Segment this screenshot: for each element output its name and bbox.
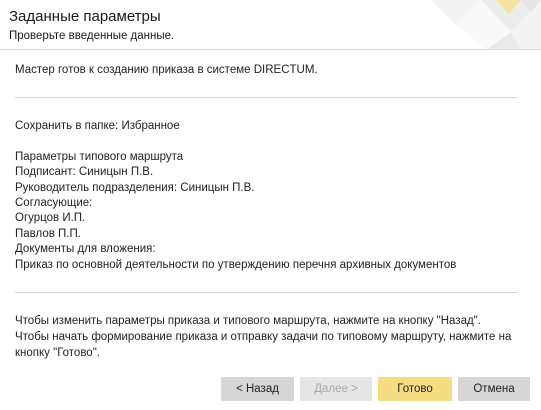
divider: [15, 292, 517, 293]
wizard-window: Заданные параметры Проверьте введенные д…: [0, 0, 541, 410]
approvers-heading: Согласующие:: [15, 197, 93, 210]
wizard-header: Заданные параметры Проверьте введенные д…: [0, 0, 541, 50]
signer-line: Подписант: Синицын П.В.: [15, 166, 154, 179]
attachment-item: Приказ по основной деятельности по утвер…: [15, 258, 457, 271]
wizard-subtitle: Проверьте введенные данные.: [9, 30, 175, 42]
cancel-button[interactable]: Отмена: [458, 377, 530, 401]
finish-button[interactable]: Готово: [378, 377, 452, 401]
button-bar: < Назад Далее > Готово Отмена: [0, 377, 541, 401]
divider: [15, 97, 517, 98]
save-folder-line: Сохранить в папке: Избранное: [15, 120, 180, 132]
parameters-summary: Сохранить в папке: Избранное Параметры т…: [15, 119, 456, 273]
wizard-title: Заданные параметры: [9, 8, 161, 25]
attachments-heading: Документы для вложения:: [15, 243, 156, 256]
approver-item: Огурцов И.П.: [15, 212, 86, 225]
approver-item: Павлов П.П.: [15, 227, 81, 240]
intro-text: Мастер готов к созданию приказа в систем…: [15, 64, 318, 76]
department-head-line: Руководитель подразделения: Синицын П.В.: [15, 181, 255, 194]
route-parameters-heading: Параметры типового маршрута: [15, 150, 184, 163]
header-decoration-image: [431, 0, 541, 49]
back-button[interactable]: < Назад: [221, 377, 294, 401]
instructions-text: Чтобы изменить параметры приказа и типов…: [15, 315, 512, 359]
next-button[interactable]: Далее >: [300, 377, 372, 401]
